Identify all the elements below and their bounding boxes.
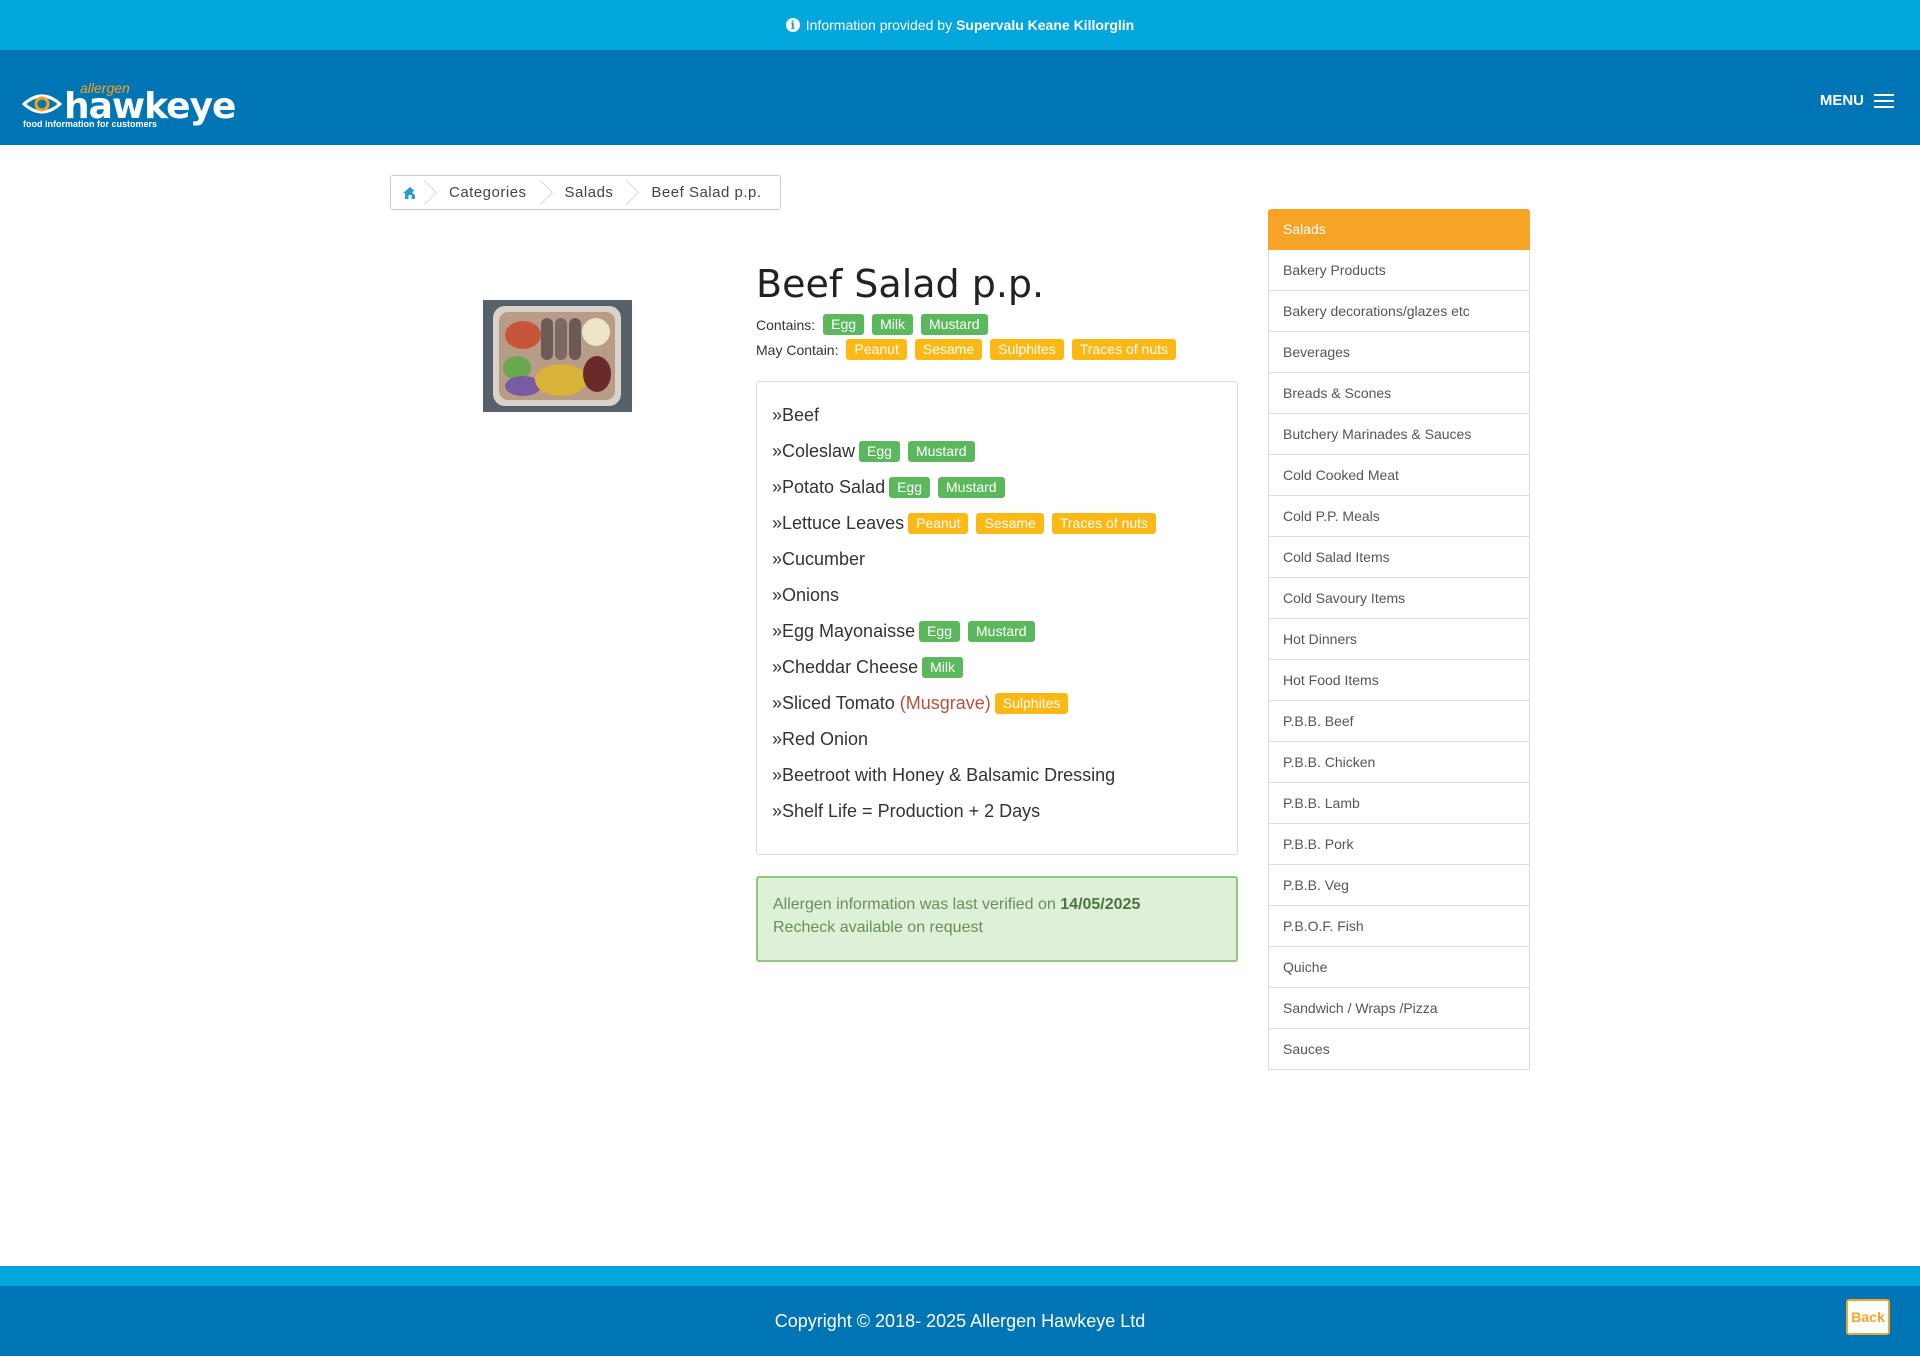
info-bar: i Information provided by Supervalu Kean… bbox=[0, 0, 1920, 50]
ingredient-name: »Coleslaw bbox=[772, 440, 856, 461]
ingredient-name: »Sliced Tomato bbox=[772, 692, 895, 713]
info-icon: i bbox=[785, 18, 800, 32]
may-contain-label: May Contain: bbox=[756, 341, 839, 358]
menu-label: MENU bbox=[1819, 92, 1864, 109]
sidebar-item-p-b-o-f-fish[interactable]: P.B.O.F. Fish bbox=[1268, 906, 1530, 947]
contains-label: Contains: bbox=[756, 316, 816, 333]
contains-row: Contains: Egg Milk Mustard bbox=[756, 314, 992, 335]
contains-badge: Milk bbox=[872, 314, 913, 335]
product-title: Beef Salad p.p. bbox=[756, 262, 1045, 306]
sidebar-item-p-b-b-chicken[interactable]: P.B.B. Chicken bbox=[1268, 742, 1530, 783]
ingredient-item: »Egg Mayonaisse Egg Mustard bbox=[772, 613, 1222, 649]
ingredient-name: »Lettuce Leaves bbox=[772, 512, 905, 533]
ingredient-may-contain-badge: Sesame bbox=[976, 512, 1044, 534]
may-contain-badge: Peanut bbox=[846, 339, 907, 360]
sidebar-item-p-b-b-beef[interactable]: P.B.B. Beef bbox=[1268, 701, 1530, 742]
sidebar-item-hot-dinners[interactable]: Hot Dinners bbox=[1268, 619, 1530, 660]
menu-button[interactable]: MENU bbox=[1820, 92, 1894, 109]
ingredients-list: »Beef »Coleslaw Egg Mustard »Potato Salad Egg… bbox=[756, 381, 1238, 855]
ingredient-name: »Cheddar Cheese bbox=[772, 656, 919, 677]
ingredient-name: »Beef bbox=[772, 404, 820, 425]
sidebar-item-hot-food-items[interactable]: Hot Food Items bbox=[1268, 660, 1530, 701]
ingredient-name: »Onions bbox=[772, 584, 840, 605]
ingredient-contains-badge: Egg bbox=[889, 476, 931, 498]
ingredient-may-contain-badge: Sulphites bbox=[994, 692, 1069, 714]
ingredient-item: »Beef bbox=[772, 397, 1222, 433]
ingredient-contains-badge: Milk bbox=[922, 656, 963, 678]
ingredient-contains-badge: Mustard bbox=[938, 476, 1005, 498]
header: allergen hawkeye food information for cu… bbox=[0, 50, 1920, 145]
verification-date: 14/05/2025 bbox=[1060, 896, 1141, 913]
ingredient-item: »Coleslaw Egg Mustard bbox=[772, 433, 1222, 469]
ingredient-item: »Beetroot with Honey & Balsamic Dressing bbox=[772, 757, 1222, 793]
ingredient-item: »Red Onion bbox=[772, 721, 1222, 757]
ingredient-contains-badge: Mustard bbox=[907, 440, 975, 462]
ingredient-contains-badge: Egg bbox=[919, 620, 961, 642]
footer-stripe bbox=[0, 1266, 1920, 1286]
ingredient-item: »Lettuce Leaves Peanut Sesame Traces of nut… bbox=[772, 505, 1222, 541]
breadcrumb-current: Beef Salad p.p. bbox=[651, 184, 762, 201]
ingredient-may-contain-badge: Traces of nuts bbox=[1051, 512, 1157, 534]
footer: Copyright © 2018- 2025 Allergen Hawkeye … bbox=[0, 1286, 1920, 1356]
ingredient-item: »Cucumber bbox=[772, 541, 1222, 577]
sidebar-item-butchery-marinades-sauces[interactable]: Butchery Marinades & Sauces bbox=[1268, 414, 1530, 455]
ingredient-contains-badge: Egg bbox=[859, 440, 900, 462]
copyright-text: Copyright © 2018- 2025 Allergen Hawkeye … bbox=[774, 1310, 1146, 1331]
sidebar-item-p-b-b-veg[interactable]: P.B.B. Veg bbox=[1268, 865, 1530, 906]
ingredient-item: »Shelf Life = Production + 2 Days bbox=[772, 793, 1222, 829]
sidebar-item-cold-cooked-meat[interactable]: Cold Cooked Meat bbox=[1268, 455, 1530, 496]
may-contain-badge: Traces of nuts bbox=[1071, 339, 1176, 360]
ingredient-item: »Onions bbox=[772, 577, 1222, 613]
info-provider: Supervalu Keane Killorglin bbox=[956, 17, 1135, 33]
sidebar-item-bakery-decorations-glazes-etc[interactable]: Bakery decorations/glazes etc bbox=[1268, 291, 1530, 332]
sidebar-item-sandwich-wraps-pizza[interactable]: Sandwich / Wraps /Pizza bbox=[1268, 988, 1530, 1029]
ingredient-name: »Cucumber bbox=[772, 548, 866, 569]
verification-text: Allergen information was last verified o… bbox=[773, 896, 1056, 913]
back-button[interactable]: Back bbox=[1846, 1299, 1890, 1335]
ingredient-name: »Red Onion bbox=[772, 728, 869, 749]
may-contain-badge: Sulphites bbox=[990, 339, 1064, 360]
sidebar-item-sauces[interactable]: Sauces bbox=[1268, 1029, 1530, 1070]
ingredient-name: »Egg Mayonaisse bbox=[772, 620, 916, 641]
breadcrumb: Categories Salads Beef Salad p.p. bbox=[390, 175, 781, 210]
breadcrumb-categories[interactable]: Categories bbox=[429, 176, 545, 209]
contains-badge: Mustard bbox=[920, 314, 988, 335]
sidebar-item-bakery-products[interactable]: Bakery Products bbox=[1268, 250, 1530, 291]
logo[interactable]: allergen hawkeye food information for cu… bbox=[22, 80, 236, 129]
sidebar-item-cold-savoury-items[interactable]: Cold Savoury Items bbox=[1268, 578, 1530, 619]
breadcrumb-home[interactable] bbox=[391, 176, 429, 209]
ingredient-contains-badge: Mustard bbox=[968, 620, 1035, 642]
logo-tagline: food information for customers bbox=[23, 119, 158, 129]
may-contain-badge: Sesame bbox=[914, 339, 983, 360]
sidebar-item-breads-scones[interactable]: Breads & Scones bbox=[1268, 373, 1530, 414]
sidebar-item-p-b-b-lamb[interactable]: P.B.B. Lamb bbox=[1268, 783, 1530, 824]
category-sidebar: Salads Bakery Products Bakery decorations… bbox=[1268, 209, 1530, 1070]
breadcrumb-salads[interactable]: Salads bbox=[545, 176, 632, 209]
eye-logo-icon bbox=[22, 94, 62, 114]
ingredient-name: »Potato Salad bbox=[772, 476, 886, 497]
product-image bbox=[483, 300, 632, 412]
sidebar-item-cold-p-p-meals[interactable]: Cold P.P. Meals bbox=[1268, 496, 1530, 537]
ingredient-supplier: (Musgrave) bbox=[899, 692, 991, 713]
ingredient-item: »Potato Salad Egg Mustard bbox=[772, 469, 1222, 505]
sidebar-item-beverages[interactable]: Beverages bbox=[1268, 332, 1530, 373]
verification-note: Recheck available on request bbox=[773, 919, 983, 936]
sidebar-item-cold-salad-items[interactable]: Cold Salad Items bbox=[1268, 537, 1530, 578]
ingredient-item: »Sliced Tomato (Musgrave) Sulphites bbox=[772, 685, 1222, 721]
may-contain-row: May Contain: Peanut Sesame Sulphites Tra… bbox=[756, 339, 1180, 360]
ingredient-item: »Cheddar Cheese Milk bbox=[772, 649, 1222, 685]
ingredient-name: »Shelf Life = Production + 2 Days bbox=[772, 800, 1041, 821]
sidebar-item-active[interactable]: Salads bbox=[1268, 209, 1530, 250]
ingredient-name: »Beetroot with Honey & Balsamic Dressing bbox=[772, 764, 1116, 785]
sidebar-item-quiche[interactable]: Quiche bbox=[1268, 947, 1530, 988]
home-icon bbox=[403, 186, 417, 199]
salad-tray-picture bbox=[483, 300, 632, 412]
sidebar-item-p-b-b-pork[interactable]: P.B.B. Pork bbox=[1268, 824, 1530, 865]
hamburger-icon bbox=[1874, 93, 1894, 108]
info-prefix: Information provided by bbox=[805, 17, 953, 33]
ingredient-may-contain-badge: Peanut bbox=[908, 512, 969, 534]
contains-badge: Egg bbox=[823, 314, 865, 335]
verification-box: Allergen information was last verified o… bbox=[756, 876, 1238, 962]
